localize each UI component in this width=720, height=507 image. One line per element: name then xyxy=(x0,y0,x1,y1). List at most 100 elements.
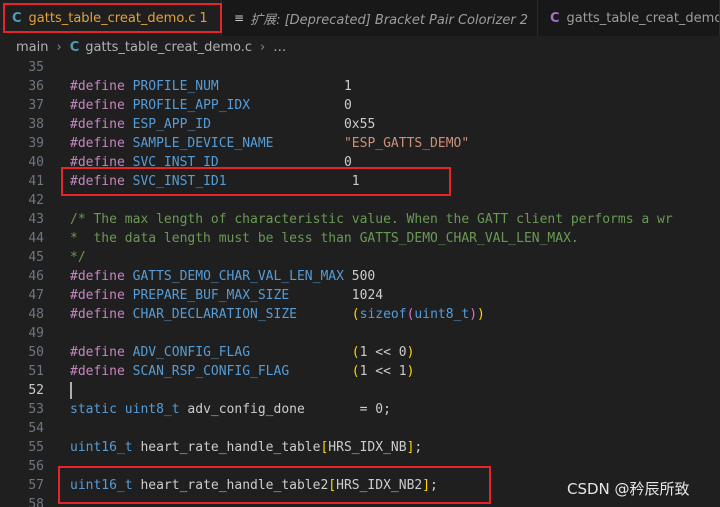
line-number: 38 xyxy=(28,117,44,132)
code-token: #define xyxy=(70,79,125,94)
tab-gatts-table-creat-demo-c[interactable]: C gatts_table_creat_demo.c 1 xyxy=(0,0,222,36)
code-line[interactable]: 45 */ xyxy=(0,248,720,267)
code-line[interactable]: 40 #define SVC_INST_ID 0 xyxy=(0,153,720,172)
line-code: #define ESP_APP_ID 0x55 xyxy=(70,115,375,134)
code-line[interactable]: 55 uint16_t heart_rate_handle_table[HRS_I… xyxy=(0,438,720,457)
code-line[interactable]: 47 #define PREPARE_BUF_MAX_SIZE 1024 xyxy=(0,286,720,305)
code-token: #define xyxy=(70,364,125,379)
line-code: /* The max length of characteristic valu… xyxy=(70,210,673,229)
code-token: GATTS_DEMO_CHAR_VAL_LEN_MAX xyxy=(132,269,344,284)
tab-gatts-table-creat-demo-h[interactable]: C gatts_table_creat_demo.h xyxy=(538,0,720,36)
code-token: 1 << 1 xyxy=(359,364,407,379)
code-line[interactable]: 48 #define CHAR_DECLARATION_SIZE (sizeof(… xyxy=(0,305,720,324)
tab-label: 扩展: [Deprecated] Bracket Pair Colorizer … xyxy=(250,12,529,28)
code-token: uint8_t xyxy=(414,307,470,322)
line-number: 56 xyxy=(28,459,44,474)
code-token: uint8_t xyxy=(124,402,180,417)
code-token: HRS_IDX_NB xyxy=(328,440,407,455)
code-token: ) xyxy=(469,307,478,322)
breadcrumb-more[interactable]: … xyxy=(273,40,286,55)
code-token: * the data length must be less than GATT… xyxy=(70,231,579,246)
line-code: #define SVC_INST_ID1 1 xyxy=(70,172,360,191)
line-number: 37 xyxy=(28,98,44,113)
code-line[interactable]: 54 xyxy=(0,419,720,438)
code-line[interactable]: 43 /* The max length of characteristic va… xyxy=(0,210,720,229)
code-token: #define xyxy=(70,136,125,151)
code-token: */ xyxy=(70,250,86,265)
text-cursor xyxy=(70,382,72,399)
c-file-icon: C xyxy=(12,10,22,26)
code-token: adv_config_done = 0; xyxy=(179,402,391,417)
code-line[interactable]: 38 #define ESP_APP_ID 0x55 xyxy=(0,115,720,134)
line-code: #define SAMPLE_DEVICE_NAME "ESP_GATTS_DE… xyxy=(70,134,469,153)
code-line[interactable]: 50 #define ADV_CONFIG_FLAG (1 << 0) xyxy=(0,343,720,362)
code-token: PROFILE_NUM xyxy=(132,79,219,94)
code-token: #define xyxy=(70,269,125,284)
code-token: sizeof xyxy=(359,307,407,322)
code-token: heart_rate_handle_table xyxy=(132,440,321,455)
code-token: ( xyxy=(351,345,360,360)
code-line[interactable]: 37 #define PROFILE_APP_IDX 0 xyxy=(0,96,720,115)
code-token: 1 << 0 xyxy=(359,345,407,360)
code-line[interactable]: 56 xyxy=(0,457,720,476)
line-code: #define ADV_CONFIG_FLAG (1 << 0) xyxy=(70,343,414,362)
code-token: [ xyxy=(328,478,337,493)
line-number: 50 xyxy=(28,345,44,360)
line-code: #define GATTS_DEMO_CHAR_VAL_LEN_MAX 500 xyxy=(70,267,375,286)
line-number: 52 xyxy=(28,383,44,398)
line-number: 47 xyxy=(28,288,44,303)
line-code: #define CHAR_DECLARATION_SIZE (sizeof(ui… xyxy=(70,305,485,324)
code-line[interactable]: 46 #define GATTS_DEMO_CHAR_VAL_LEN_MAX 50… xyxy=(0,267,720,286)
code-token: 0x55 xyxy=(210,117,376,132)
line-number: 41 xyxy=(28,174,44,189)
code-token: HRS_IDX_NB2 xyxy=(336,478,423,493)
code-token: #define xyxy=(70,345,125,360)
code-token: 1 xyxy=(218,79,352,94)
code-line[interactable]: 36 #define PROFILE_NUM 1 xyxy=(0,77,720,96)
code-editor[interactable]: 35 36 #define PROFILE_NUM 1 37 #define PROFI… xyxy=(0,58,720,507)
code-token: ) xyxy=(406,364,415,379)
line-number: 36 xyxy=(28,79,44,94)
code-token: #define xyxy=(70,174,125,189)
code-token: uint16_t xyxy=(70,478,133,493)
code-line[interactable]: 39 #define SAMPLE_DEVICE_NAME "ESP_GATTS_… xyxy=(0,134,720,153)
line-code: #define PROFILE_NUM 1 xyxy=(70,77,352,96)
tab-extension-bracket-pair-colorizer[interactable]: ≡ 扩展: [Deprecated] Bracket Pair Colorize… xyxy=(222,0,538,36)
code-token: ) xyxy=(406,345,415,360)
code-token: 0 xyxy=(218,155,352,170)
code-line[interactable]: 44 * the data length must be less than GA… xyxy=(0,229,720,248)
breadcrumb-file[interactable]: gatts_table_creat_demo.c xyxy=(85,40,252,55)
line-code: */ xyxy=(70,248,86,267)
code-token: 1 xyxy=(226,174,360,189)
chevron-right-icon: › xyxy=(260,39,266,55)
breadcrumb-folder[interactable]: main xyxy=(16,40,48,55)
code-token: "ESP_GATTS_DEMO" xyxy=(343,136,470,151)
code-token: heart_rate_handle_table2 xyxy=(132,478,329,493)
tab-label: gatts_table_creat_demo.c xyxy=(28,10,196,26)
code-token: 1024 xyxy=(289,288,384,303)
line-number: 48 xyxy=(28,307,44,322)
code-line[interactable]: 52 xyxy=(0,381,720,400)
code-line[interactable]: 41 #define SVC_INST_ID1 1 xyxy=(0,172,720,191)
code-token: SAMPLE_DEVICE_NAME xyxy=(132,136,274,151)
code-line[interactable]: 49 xyxy=(0,324,720,343)
line-number: 55 xyxy=(28,440,44,455)
line-number: 44 xyxy=(28,231,44,246)
line-code: #define SVC_INST_ID 0 xyxy=(70,153,352,172)
code-token: #define xyxy=(70,98,125,113)
code-line[interactable]: 51 #define SCAN_RSP_CONFIG_FLAG (1 << 1) xyxy=(0,362,720,381)
code-token: /* The max length of characteristic valu… xyxy=(70,212,673,227)
line-number: 57 xyxy=(28,478,44,493)
code-line[interactable]: 53 static uint8_t adv_config_done = 0; xyxy=(0,400,720,419)
code-line[interactable]: 42 xyxy=(0,191,720,210)
code-line[interactable]: 35 xyxy=(0,58,720,77)
